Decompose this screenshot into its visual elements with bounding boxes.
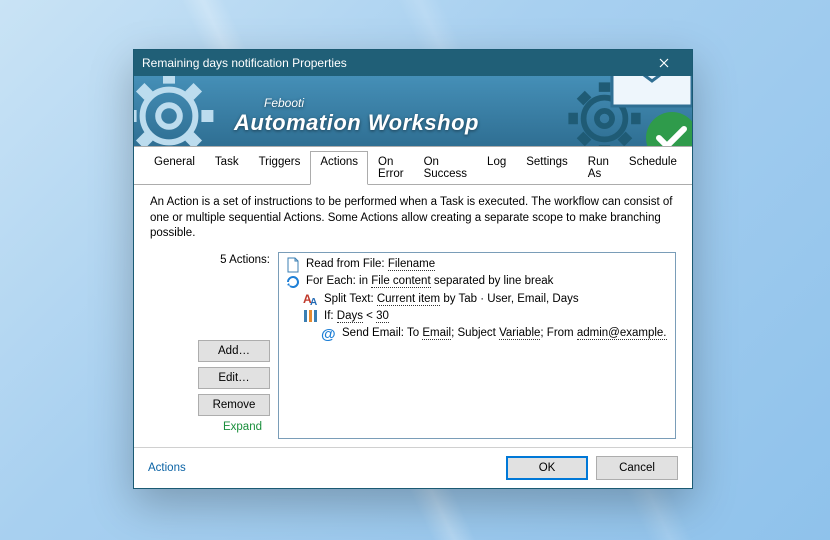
action-text: Split Text: Current item by Tab · User, … [324, 291, 579, 308]
brand-small: Febooti [264, 96, 479, 110]
brand-big: Automation Workshop [234, 110, 479, 135]
action-text: Send Email: To Email; Subject Variable; … [342, 325, 667, 342]
loop-icon [285, 274, 301, 290]
tab-on-success[interactable]: On Success [414, 151, 477, 185]
action-text: For Each: in File content separated by l… [306, 273, 553, 290]
action-item[interactable]: AA Split Text: Current item by Tab · User… [285, 291, 669, 308]
text-icon: AA [303, 291, 319, 307]
window-title: Remaining days notification Properties [142, 56, 644, 70]
actions-sidebar: 5 Actions: Add… Edit… Remove Expand [150, 252, 270, 439]
add-button[interactable]: Add… [198, 340, 270, 362]
email-icon: @ [321, 326, 337, 342]
close-button[interactable] [644, 50, 684, 76]
remove-button[interactable]: Remove [198, 394, 270, 416]
action-item[interactable]: @ Send Email: To Email; Subject Variable;… [285, 325, 669, 342]
svg-text:A: A [310, 297, 317, 307]
action-item[interactable]: Read from File: Filename [285, 256, 669, 273]
banner: Febooti Automation Workshop [134, 76, 692, 147]
expand-link[interactable]: Expand [223, 421, 262, 433]
actions-list[interactable]: Read from File: FilenameFor Each: in Fil… [278, 252, 676, 439]
help-link[interactable]: Actions [148, 462, 186, 474]
brand: Febooti Automation Workshop [234, 96, 479, 136]
if-icon [303, 308, 319, 324]
tab-log[interactable]: Log [477, 151, 516, 185]
actions-panel: 5 Actions: Add… Edit… Remove Expand Read… [150, 252, 676, 439]
properties-dialog: Remaining days notification Properties [133, 49, 693, 489]
tab-on-error[interactable]: On Error [368, 151, 414, 185]
titlebar: Remaining days notification Properties [134, 50, 692, 76]
edit-button[interactable]: Edit… [198, 367, 270, 389]
dialog-footer: Actions OK Cancel [134, 447, 692, 488]
action-item[interactable]: If: Days < 30 [285, 308, 669, 325]
envelope-icon [607, 76, 692, 116]
close-icon [659, 58, 669, 68]
ok-button[interactable]: OK [506, 456, 588, 480]
action-text: If: Days < 30 [324, 308, 389, 325]
file-icon [285, 257, 301, 273]
tab-actions[interactable]: Actions [310, 151, 368, 185]
tab-triggers[interactable]: Triggers [249, 151, 311, 185]
action-text: Read from File: Filename [306, 256, 435, 273]
tab-task[interactable]: Task [205, 151, 249, 185]
action-item[interactable]: For Each: in File content separated by l… [285, 273, 669, 290]
gear-icon [134, 76, 229, 147]
tabstrip: GeneralTaskTriggersActionsOn ErrorOn Suc… [134, 147, 692, 185]
tab-description: An Action is a set of instructions to be… [150, 195, 676, 242]
tab-general[interactable]: General [144, 151, 205, 185]
tab-actions-content: An Action is a set of instructions to be… [134, 185, 692, 447]
tab-schedule[interactable]: Schedule [619, 151, 687, 185]
actions-count-label: 5 Actions: [220, 254, 270, 266]
cancel-button[interactable]: Cancel [596, 456, 678, 480]
tab-run-as[interactable]: Run As [578, 151, 619, 185]
tab-settings[interactable]: Settings [516, 151, 578, 185]
svg-text:@: @ [321, 326, 336, 342]
